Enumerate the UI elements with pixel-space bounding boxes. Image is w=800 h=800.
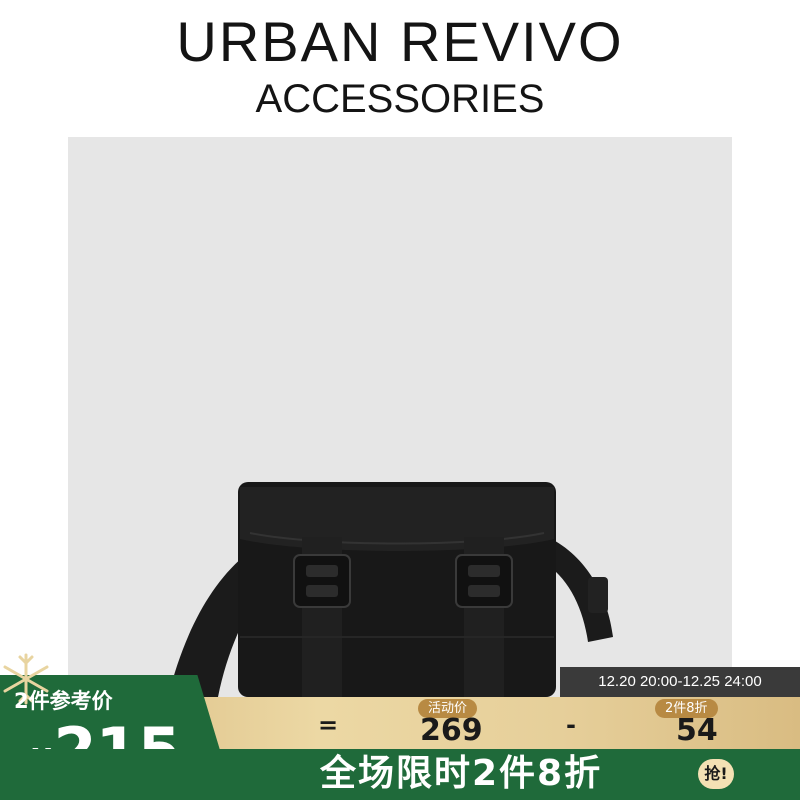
brand-title: URBAN REVIVO xyxy=(176,10,624,73)
grab-button[interactable]: 抢! xyxy=(698,759,734,789)
promo-text: 全场限时2件8折 xyxy=(320,753,603,794)
crossbody-bag-image xyxy=(168,482,613,697)
equals-sign: = xyxy=(318,711,339,739)
two-piece-reference-label: 2件参考价 xyxy=(14,689,113,713)
brand-subtitle: ACCESSORIES xyxy=(255,77,545,121)
minus-sign: - xyxy=(566,711,576,739)
activity-price: 269 xyxy=(420,713,483,748)
product-photo[interactable] xyxy=(68,137,732,697)
price-banner[interactable]: 2件参考价 ¥ 215 = 活动价 269 - 2件8折 54 全场限时2件8折… xyxy=(0,653,800,800)
discount-amount: 54 xyxy=(676,713,718,748)
promo-time-window: 12.20 20:00-12.25 24:00 xyxy=(560,667,800,697)
